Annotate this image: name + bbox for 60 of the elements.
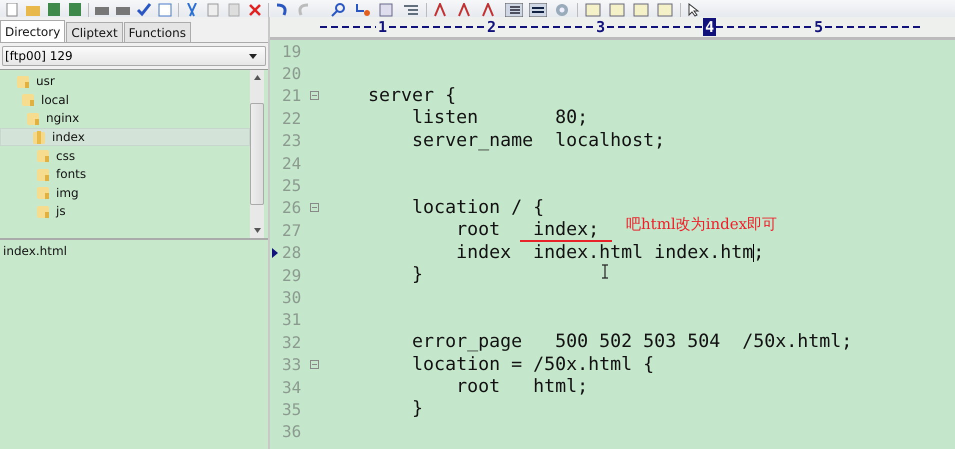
- fold-toggle-icon[interactable]: [310, 203, 319, 212]
- line-number: 29: [282, 266, 302, 285]
- folder-tree-item[interactable]: css: [0, 146, 250, 165]
- panel-tab[interactable]: Cliptext: [66, 22, 123, 42]
- line-number: 22: [282, 108, 302, 128]
- folder-tree-item[interactable]: index: [0, 128, 250, 146]
- line-number: 32: [282, 332, 302, 352]
- ruler-number: 1: [377, 18, 388, 36]
- code-line: error_page 500 502 503 504 /50x.html;: [411, 333, 852, 352]
- check-icon[interactable]: [136, 3, 152, 17]
- code-line: server_name localhost;: [411, 132, 666, 150]
- folder-tree-item[interactable]: js: [0, 202, 250, 221]
- line-number: 34: [282, 378, 302, 397]
- drive-dropdown[interactable]: [ftp00] 129: [2, 46, 266, 66]
- code-line: }: [411, 400, 424, 418]
- panel-tab[interactable]: Directory: [0, 20, 66, 42]
- line-number: 35: [282, 400, 302, 419]
- folder-tree-item[interactable]: img: [0, 184, 250, 202]
- line-number: 36: [282, 422, 302, 442]
- code-line: }: [411, 266, 424, 284]
- ruler-number: 5: [813, 18, 824, 36]
- line-number: 21: [282, 86, 302, 106]
- scissors-icon[interactable]: [184, 3, 200, 17]
- code-line: root index;: [455, 221, 600, 240]
- ruler-number: 3: [595, 18, 606, 36]
- annotation-text: 吧html改为index即可: [626, 215, 778, 234]
- code-line: location = /50x.html {: [411, 356, 654, 374]
- folder-tree-item[interactable]: usr: [0, 72, 250, 91]
- ruler-number: 4: [703, 18, 716, 36]
- delete-icon[interactable]: [247, 3, 263, 17]
- search-icon[interactable]: [330, 3, 348, 17]
- code-line: location / {: [411, 198, 544, 217]
- ibeam-pointer-icon: [601, 264, 609, 279]
- file-list-item[interactable]: index.html: [3, 244, 265, 258]
- line-number: 27: [282, 220, 302, 240]
- line-number: 31: [282, 310, 302, 330]
- dropdown-arrow-icon: [249, 54, 257, 58]
- folder-tree-item[interactable]: fonts: [0, 164, 250, 184]
- code-line: root html;: [455, 378, 588, 396]
- line-number: 19: [282, 42, 302, 61]
- line-number: 20: [282, 64, 302, 84]
- fold-toggle-icon[interactable]: [310, 360, 319, 370]
- fold-toggle-icon[interactable]: [310, 91, 319, 100]
- line-number: 24: [282, 154, 302, 173]
- line-number: 33: [282, 355, 302, 374]
- folder-tree-item[interactable]: local: [0, 90, 250, 110]
- code-line: server {: [367, 86, 456, 105]
- scroll-up-icon[interactable]: [254, 75, 260, 80]
- line-number: 30: [282, 288, 302, 307]
- folder-tree-item[interactable]: nginx: [0, 109, 250, 128]
- line-number: 23: [282, 131, 302, 150]
- scroll-down-icon[interactable]: [254, 228, 260, 233]
- line-number: 26: [282, 198, 302, 218]
- panel-tab[interactable]: Functions: [124, 22, 191, 42]
- line-number: 25: [282, 176, 302, 196]
- code-line: listen 80;: [411, 109, 588, 128]
- line-number: 28: [282, 243, 302, 262]
- list-icon[interactable]: [402, 3, 420, 17]
- ruler-number: 2: [486, 18, 498, 36]
- scrollbar[interactable]: [250, 70, 264, 238]
